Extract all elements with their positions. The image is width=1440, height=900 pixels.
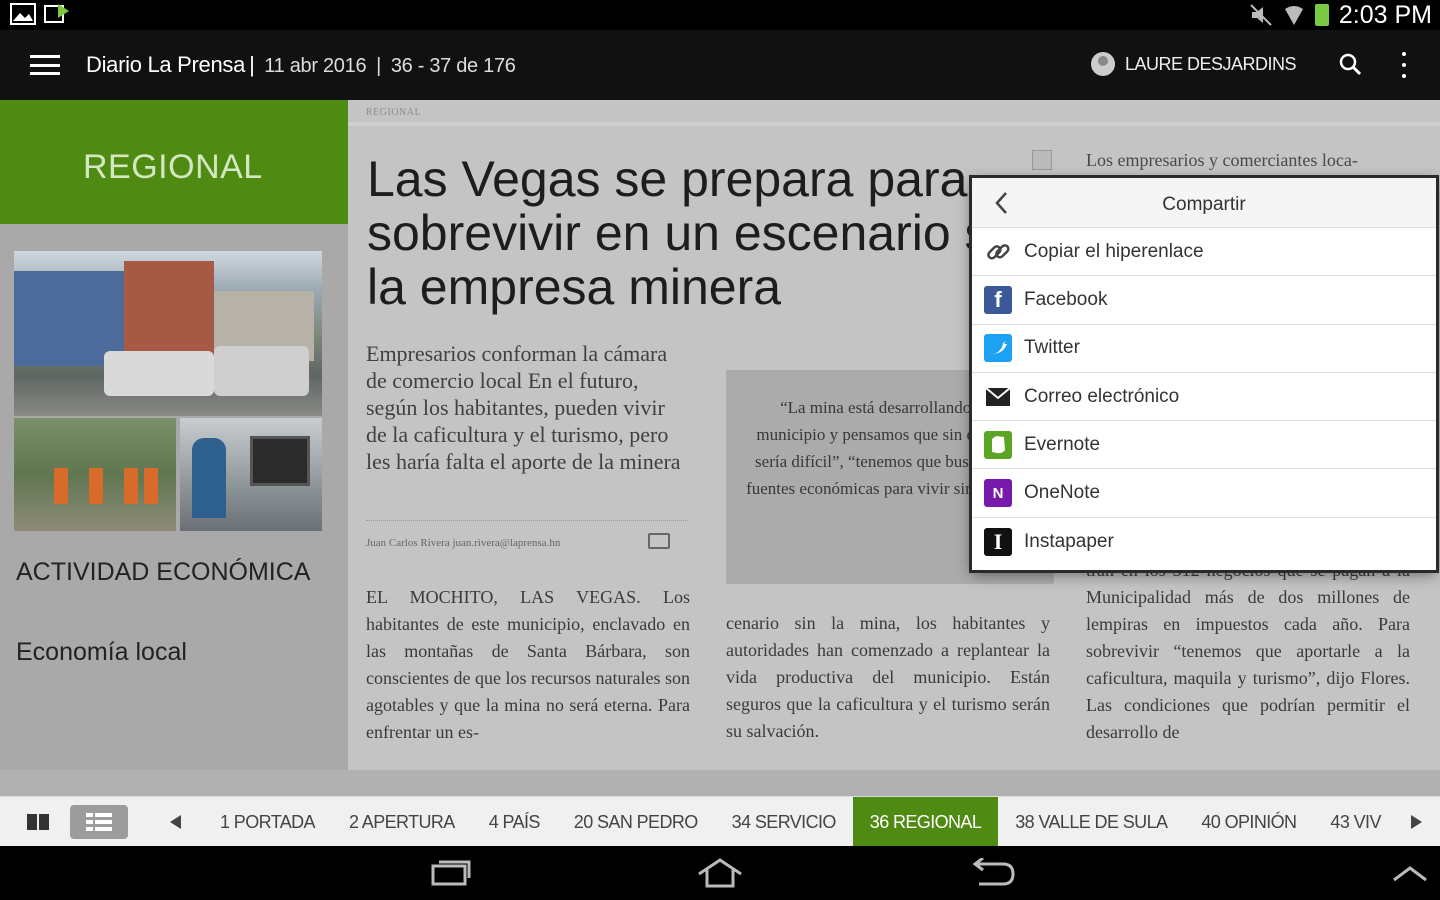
link-icon bbox=[984, 238, 1012, 266]
app-title: Diario La Prensa | 11 abr 2016 | 36 - 37 … bbox=[86, 52, 516, 78]
download-icon bbox=[44, 4, 69, 23]
share-evernote[interactable]: Evernote bbox=[972, 421, 1436, 470]
recent-apps-icon[interactable] bbox=[425, 858, 475, 888]
single-page-icon bbox=[27, 814, 49, 830]
article-body-col1: EL MOCHITO, LAS VEGAS. Los habitantes de… bbox=[366, 587, 690, 742]
share-copy-link[interactable]: Copiar el hiperenlace bbox=[972, 228, 1436, 277]
section-tab-bar: 1 PORTADA 2 APERTURA 4 PAÍS 20 SAN PEDRO… bbox=[0, 796, 1440, 847]
tab-san-pedro[interactable]: 20 SAN PEDRO bbox=[557, 797, 715, 847]
article-headline: Las Vegas se prepara para sobrevivir en … bbox=[367, 151, 1029, 315]
grid-icon bbox=[86, 813, 112, 831]
byline-divider bbox=[366, 520, 688, 521]
chevron-up-icon[interactable] bbox=[1392, 862, 1428, 884]
article-body-col2: cenario sin la mina, los habitantes y au… bbox=[726, 613, 1050, 741]
status-bar: 2:03 PM bbox=[0, 0, 1440, 30]
mute-icon bbox=[1250, 4, 1272, 26]
email-icon bbox=[984, 383, 1012, 411]
app-bar: Diario La Prensa | 11 abr 2016 | 36 - 37 … bbox=[0, 30, 1440, 100]
wifi-icon bbox=[1284, 6, 1303, 25]
article-sidebar: REGIONAL ACTIVIDAD ECONÓMICA Economía lo… bbox=[0, 100, 348, 796]
title-separator: | bbox=[249, 52, 255, 77]
page-section-tag: REGIONAL bbox=[366, 107, 422, 118]
evernote-icon bbox=[984, 430, 1012, 459]
article-photo-main[interactable] bbox=[14, 251, 322, 416]
onenote-icon: N bbox=[984, 479, 1012, 508]
share-email[interactable]: Correo electrónico bbox=[972, 373, 1436, 422]
share-item-label: Instapaper bbox=[1024, 530, 1114, 552]
tabs-scroll-right-icon[interactable] bbox=[1411, 815, 1422, 829]
facebook-icon: f bbox=[984, 285, 1012, 314]
menu-icon[interactable] bbox=[30, 55, 60, 75]
tab-opinion[interactable]: 40 OPINIÓN bbox=[1184, 797, 1313, 847]
tab-servicio[interactable]: 34 SERVICIO bbox=[715, 797, 853, 847]
search-icon[interactable] bbox=[1338, 52, 1362, 76]
meta-separator: | bbox=[376, 55, 381, 77]
page-bottom-strip bbox=[0, 770, 1440, 796]
page-range: 36 - 37 de 176 bbox=[390, 55, 516, 77]
user-name: LAURE DESJARDINS bbox=[1124, 53, 1297, 74]
share-item-label: Evernote bbox=[1024, 433, 1101, 455]
back-icon[interactable] bbox=[967, 858, 1017, 888]
share-onenote[interactable]: N OneNote bbox=[972, 469, 1436, 518]
article-dek: Empresarios conforman la cámara de comer… bbox=[366, 341, 681, 474]
home-icon[interactable] bbox=[695, 858, 745, 888]
tab-valle-de-sula[interactable]: 38 VALLE DE SULA bbox=[998, 797, 1184, 847]
tab-viv[interactable]: 43 VIV bbox=[1313, 797, 1397, 847]
tab-portada[interactable]: 1 PORTADA bbox=[203, 797, 332, 847]
gallery-icon bbox=[10, 3, 36, 25]
share-icon[interactable] bbox=[648, 533, 670, 549]
tab-apertura[interactable]: 2 APERTURA bbox=[332, 797, 472, 847]
publication-name: Diario La Prensa bbox=[86, 52, 246, 77]
share-item-label: Facebook bbox=[1024, 288, 1108, 310]
article-col3-top: Los empresarios y comerciantes loca- bbox=[1086, 150, 1358, 170]
battery-icon bbox=[1314, 4, 1329, 26]
system-nav-bar bbox=[0, 846, 1440, 900]
topic-local-economy[interactable]: Economía local bbox=[16, 638, 187, 667]
share-item-label: Copiar el hiperenlace bbox=[1024, 240, 1204, 262]
single-page-view-button[interactable] bbox=[10, 805, 68, 839]
status-clock: 2:03 PM bbox=[1338, 0, 1432, 29]
topic-economic-activity[interactable]: ACTIVIDAD ECONÓMICA bbox=[16, 558, 310, 587]
section-name: REGIONAL bbox=[83, 148, 263, 186]
instapaper-icon: I bbox=[984, 527, 1012, 556]
share-instapaper[interactable]: I Instapaper bbox=[972, 518, 1436, 566]
user-account[interactable]: LAURE DESJARDINS bbox=[1090, 52, 1297, 76]
twitter-icon bbox=[984, 334, 1012, 363]
avatar bbox=[1090, 52, 1115, 76]
share-menu-header: Compartir bbox=[972, 178, 1436, 228]
page-header-rule bbox=[348, 122, 1440, 126]
thumbnail-view-button[interactable] bbox=[70, 805, 128, 839]
issue-date: 11 abr 2016 bbox=[264, 55, 367, 77]
section-tabs: 1 PORTADA 2 APERTURA 4 PAÍS 20 SAN PEDRO… bbox=[203, 797, 1398, 847]
share-item-label: Twitter bbox=[1024, 337, 1080, 359]
section-banner: REGIONAL bbox=[0, 100, 348, 224]
share-menu: Compartir Copiar el hiperenlace f Facebo… bbox=[972, 178, 1436, 570]
tab-regional[interactable]: 36 REGIONAL bbox=[852, 797, 999, 847]
page-marker bbox=[1032, 150, 1052, 170]
share-item-label: Correo electrónico bbox=[1024, 385, 1180, 407]
article-photo-office[interactable] bbox=[180, 418, 322, 531]
article-body-col3: tran en los 312 negocios que se pagan a … bbox=[1086, 560, 1410, 742]
share-menu-title: Compartir bbox=[1162, 194, 1246, 215]
share-facebook[interactable]: f Facebook bbox=[972, 276, 1436, 325]
overflow-menu-icon[interactable] bbox=[1398, 52, 1410, 78]
share-item-label: OneNote bbox=[1024, 482, 1101, 504]
article-byline: Juan Carlos Rivera juan.rivera@laprensa.… bbox=[366, 537, 561, 549]
article-photo-workers[interactable] bbox=[14, 418, 176, 531]
tabs-scroll-left-icon[interactable] bbox=[170, 815, 181, 829]
share-twitter[interactable]: Twitter bbox=[972, 325, 1436, 373]
tab-pais[interactable]: 4 PAÍS bbox=[472, 797, 557, 847]
